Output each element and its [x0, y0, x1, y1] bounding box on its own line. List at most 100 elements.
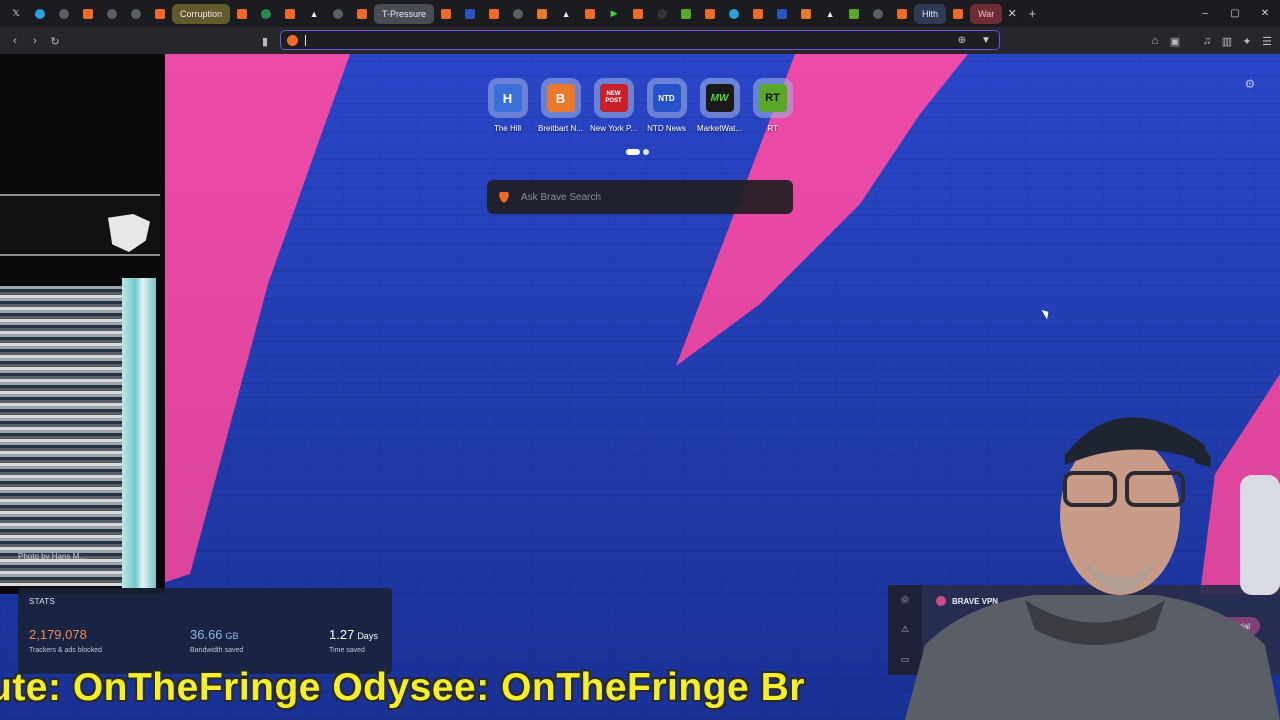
stat-unit: GB [225, 631, 239, 641]
tab-group-t-pressure[interactable]: T-Pressure [374, 3, 435, 24]
news-icon [777, 8, 788, 19]
reload-button[interactable]: ↻ [46, 32, 64, 50]
tab-19[interactable]: ▲ [554, 4, 578, 24]
forward-button[interactable]: › [26, 32, 44, 50]
top-site-marketwatch[interactable]: MW MarketWat... [696, 78, 743, 133]
address-input[interactable] [311, 32, 931, 48]
tab-14[interactable] [434, 4, 458, 24]
brave-icon [585, 8, 596, 19]
tab-9[interactable] [254, 4, 278, 24]
rewards-icon[interactable]: ✦ [1238, 32, 1256, 50]
media-icon[interactable]: ♫ [1198, 32, 1216, 50]
brave-icon [753, 8, 764, 19]
tab-17[interactable] [506, 4, 530, 24]
back-button[interactable]: ‹ [6, 32, 24, 50]
brave-shields-icon[interactable]: ▼ [979, 33, 993, 47]
tab-20[interactable] [578, 4, 602, 24]
tab-31[interactable] [842, 4, 866, 24]
tab-group-corruption[interactable]: Corruption [172, 3, 231, 24]
top-site-tile[interactable]: H [487, 78, 528, 118]
window-close-button[interactable]: ✕ [1256, 4, 1274, 22]
top-site-tile[interactable]: NTD [646, 78, 687, 118]
tab-34[interactable] [946, 4, 970, 24]
pager-dot[interactable] [643, 149, 649, 155]
top-site-tile[interactable]: NEW POST [593, 78, 634, 118]
tab-8[interactable] [230, 4, 254, 24]
tab-pinned-4[interactable] [76, 4, 100, 24]
tab-24[interactable] [674, 4, 698, 24]
minimize-button[interactable]: – [1196, 4, 1214, 22]
photo-credit[interactable]: Photo by Hans M... [18, 552, 86, 561]
brave-search-box[interactable] [487, 180, 793, 214]
scrolling-ticker: ute: OnTheFringe Odysee: OnTheFringe Br [0, 666, 805, 709]
telegram-icon [35, 8, 45, 19]
the-hill-logo-icon: H [493, 84, 522, 112]
search-input[interactable] [521, 189, 781, 205]
sidebar-icon[interactable]: ▥ [1218, 32, 1236, 50]
tab-pinned-6[interactable] [124, 4, 148, 24]
stat-time: 1.27 Days Time saved [329, 626, 378, 654]
tab-pinned-3[interactable] [52, 4, 76, 24]
tab-16[interactable] [482, 4, 506, 24]
pager-dot-active[interactable] [626, 149, 640, 155]
tab-pinned-7[interactable] [148, 4, 172, 24]
tab-21[interactable]: ▶ [602, 4, 626, 24]
tab-27[interactable] [746, 4, 770, 24]
tab-32[interactable] [866, 4, 890, 24]
tab-pinned-1[interactable]: 𝕏 [4, 4, 28, 24]
zoom-icon[interactable]: ⊕ [955, 33, 969, 47]
play-icon: ▶ [610, 8, 618, 18]
top-site-rt[interactable]: RT RT [751, 78, 794, 133]
globe-icon [59, 8, 69, 19]
tab-22[interactable] [626, 4, 650, 24]
menu-icon[interactable]: ☰ [1258, 32, 1276, 50]
brave-icon [441, 8, 452, 19]
tab-12[interactable] [326, 4, 350, 24]
screenshot-icon[interactable]: ▣ [1166, 32, 1184, 50]
home-icon[interactable]: ⌂ [1146, 32, 1164, 50]
tab-11[interactable]: ▲ [302, 4, 326, 24]
tab-26[interactable] [722, 4, 746, 24]
tab-13[interactable] [350, 4, 374, 24]
brave-icon [705, 8, 716, 19]
tab-10[interactable] [278, 4, 302, 24]
tab-group-label: T-Pressure [382, 8, 427, 19]
brave-icon [953, 8, 964, 19]
restore-button[interactable]: ▢ [1226, 4, 1244, 22]
globe-icon [261, 8, 272, 19]
marketwatch-icon [681, 8, 692, 19]
tab-25[interactable] [698, 4, 722, 24]
presenter-shirt [905, 595, 1280, 720]
top-site-tile[interactable]: B [540, 78, 581, 118]
top-site-tile[interactable]: RT [752, 78, 793, 118]
tab-23[interactable] [650, 4, 674, 24]
bookmark-icon[interactable]: ▮ [256, 32, 274, 50]
brave-icon [897, 8, 908, 19]
triangle-icon: ▲ [309, 8, 319, 19]
tab-pinned-5[interactable] [100, 4, 124, 24]
tab-29[interactable] [794, 4, 818, 24]
tab-30[interactable]: ▲ [818, 4, 842, 24]
tab-group-label: Hlth [922, 8, 939, 19]
top-site-the-hill[interactable]: H The Hill [486, 78, 529, 133]
new-tab-button[interactable]: + [1022, 4, 1042, 24]
tab-33[interactable] [890, 4, 914, 24]
top-site-ntd-news[interactable]: NTD NTD News [645, 78, 688, 133]
gear-icon[interactable]: ⚙ [1243, 77, 1257, 91]
tab-28[interactable] [770, 4, 794, 24]
tab-18[interactable] [530, 4, 554, 24]
tab-pinned-2[interactable] [28, 4, 52, 24]
top-site-breitbart[interactable]: B Breitbart N... [538, 78, 583, 133]
brave-icon [357, 8, 368, 19]
tab-15[interactable] [458, 4, 482, 24]
address-bar[interactable]: ⊕ ▼ [280, 30, 1000, 50]
site-info-icon[interactable] [287, 35, 298, 46]
tab-group-war[interactable]: War [970, 3, 1003, 24]
top-site-new-york-post[interactable]: NEW POST New York P... [590, 78, 637, 133]
tab-strip: 𝕏 Corruption ▲ T-Pressure ▲ ▶ ▲ Hlth War… [0, 0, 1280, 27]
stat-value: 2,179,078 [29, 627, 87, 642]
top-site-name: MarketWat... [696, 124, 743, 133]
top-site-tile[interactable]: MW [699, 78, 740, 118]
tab-group-hlth[interactable]: Hlth [914, 3, 947, 24]
close-tab-icon[interactable]: ✕ [1002, 4, 1022, 24]
